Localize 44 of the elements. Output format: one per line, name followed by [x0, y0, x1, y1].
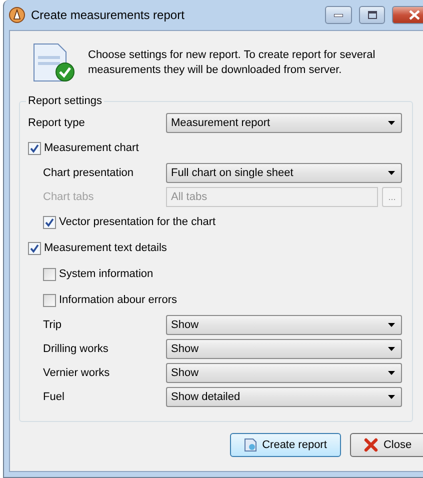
field-label: Trip	[43, 319, 63, 331]
close-icon	[364, 438, 378, 452]
field-label: Report type	[28, 117, 86, 129]
caret-icon	[388, 395, 395, 399]
caret-icon	[388, 121, 395, 125]
checkbox[interactable]	[43, 216, 56, 228]
maximize-button[interactable]	[359, 6, 385, 24]
caret-icon	[388, 171, 395, 175]
dropdown[interactable]: Show	[166, 363, 402, 383]
minimize-button[interactable]	[325, 6, 352, 24]
dropdown[interactable]: Measurement report	[166, 113, 402, 133]
app-icon	[9, 7, 25, 23]
caret-icon	[388, 371, 395, 375]
checkbox-label[interactable]: Measurement chart	[44, 142, 402, 154]
checkbox[interactable]	[28, 242, 41, 254]
checkbox[interactable]	[28, 142, 41, 154]
minimize-icon	[334, 14, 343, 16]
close-button[interactable]: Close	[350, 433, 423, 457]
checkbox-label[interactable]: Measurement text details	[44, 242, 402, 254]
checkbox-label[interactable]: Vector presentation for the chart	[59, 216, 402, 228]
field-label: Vernier works	[43, 367, 111, 379]
checkbox-label[interactable]: Information abour errors	[59, 294, 402, 306]
field-label: Chart presentation	[43, 167, 134, 179]
field-label: Chart tabs	[43, 191, 95, 203]
checkbox[interactable]	[43, 294, 56, 306]
caret-icon	[388, 323, 395, 327]
caret-icon	[388, 347, 395, 351]
group-title: Report settings	[27, 95, 103, 107]
close-icon	[408, 10, 420, 20]
close-button[interactable]	[392, 6, 423, 24]
window-title: Create measurements report	[31, 8, 186, 22]
field-label: Drilling works	[43, 343, 110, 355]
dropdown[interactable]: Show detailed	[166, 387, 402, 407]
field-label: Fuel	[43, 391, 66, 403]
document-check-icon	[32, 43, 76, 83]
dropdown[interactable]: Full chart on single sheet	[166, 163, 402, 183]
dropdown[interactable]: Show	[166, 339, 402, 359]
document-icon	[244, 438, 258, 452]
create-report-button[interactable]: Create report	[230, 433, 341, 457]
checkbox-label[interactable]: System information	[59, 268, 402, 280]
checkbox[interactable]	[43, 268, 56, 280]
dropdown[interactable]: Show	[166, 315, 402, 335]
maximize-icon	[368, 11, 376, 19]
intro-text: Choose settings for new report. To create report for several measurements they will be downloaded from server.	[88, 48, 376, 78]
